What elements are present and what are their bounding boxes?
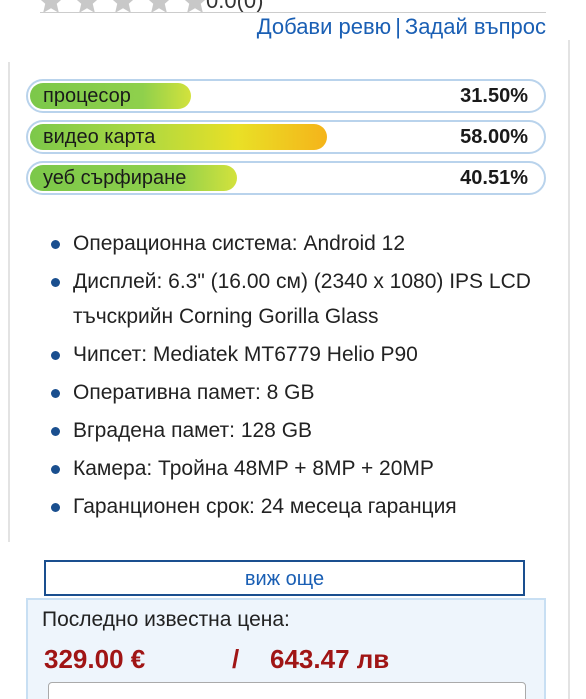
spec-text: Чипсет: Mediatek MT6779 Helio P90	[73, 343, 418, 366]
spec-text: Дисплей: 6.3" (16.00 см) (2340 x 1080) I…	[73, 270, 531, 328]
spec-text: Оперативна памет: 8 GB	[73, 381, 315, 404]
performance-bar-value: 40.51%	[460, 167, 528, 189]
spec-item: Оперативна памет: 8 GB	[44, 375, 544, 410]
performance-bar-gpu: видео карта 58.00%	[26, 120, 546, 154]
ask-question-link[interactable]: Задай въпрос	[405, 14, 546, 39]
spec-text: Камера: Тройна 48MP + 8MP + 20MP	[73, 457, 434, 480]
spec-item: Дисплей: 6.3" (16.00 см) (2340 x 1080) I…	[44, 264, 544, 334]
bullet-icon	[51, 389, 60, 398]
bullet-icon	[51, 351, 60, 360]
price-bgn: 643.47 лв	[270, 644, 390, 674]
card-border-left	[8, 62, 10, 542]
price-input-box[interactable]	[48, 682, 526, 699]
review-links: Добави ревю | Задай въпрос	[257, 14, 546, 40]
star-icon	[112, 0, 134, 13]
bullet-icon	[51, 465, 60, 474]
bullet-icon	[51, 503, 60, 512]
performance-bar-label: уеб сърфиране	[43, 167, 187, 189]
spec-item: Чипсет: Mediatek MT6779 Helio P90	[44, 337, 544, 372]
price-box: Последно известна цена: 329.00 € / 643.4…	[26, 598, 546, 699]
add-review-link[interactable]: Добави ревю	[257, 14, 391, 39]
bullet-icon	[51, 240, 60, 249]
bullet-icon	[51, 427, 60, 436]
performance-bar-label: видео карта	[43, 126, 156, 148]
link-separator: |	[395, 14, 401, 39]
star-icon	[148, 0, 170, 13]
star-icon	[76, 0, 98, 13]
performance-bar-value: 58.00%	[460, 126, 528, 148]
spec-list: Операционна система: Android 12 Дисплей:…	[44, 226, 544, 527]
price-separator: /	[232, 644, 240, 674]
spec-item: Операционна система: Android 12	[44, 226, 544, 261]
spec-item: Гаранционен срок: 24 месеца гаранция	[44, 489, 544, 524]
performance-bar-web: уеб сърфиране 40.51%	[26, 161, 546, 195]
product-page: 0.0(0) Добави ревю | Задай въпрос процесор…	[0, 0, 586, 699]
see-more-button[interactable]: виж още	[44, 560, 525, 596]
spec-text: Гаранционен срок: 24 месеца гаранция	[73, 495, 457, 518]
spec-item: Вградена памет: 128 GB	[44, 413, 544, 448]
star-icon	[40, 0, 62, 13]
rating-stars[interactable]	[36, 0, 210, 13]
card-border-right	[568, 40, 570, 699]
divider	[40, 12, 546, 13]
spec-item: Камера: Тройна 48MP + 8MP + 20MP	[44, 451, 544, 486]
price-eur: 329.00 €	[44, 644, 146, 674]
spec-text: Операционна система: Android 12	[73, 232, 406, 255]
performance-bars: процесор 31.50% видео карта 58.00% уеб с…	[26, 79, 546, 202]
bullet-icon	[51, 278, 60, 287]
spec-text: Вградена памет: 128 GB	[73, 419, 313, 442]
performance-bar-label: процесор	[43, 85, 131, 107]
performance-bar-cpu: процесор 31.50%	[26, 79, 546, 113]
price-title: Последно известна цена:	[42, 608, 290, 631]
performance-bar-value: 31.50%	[460, 85, 528, 107]
